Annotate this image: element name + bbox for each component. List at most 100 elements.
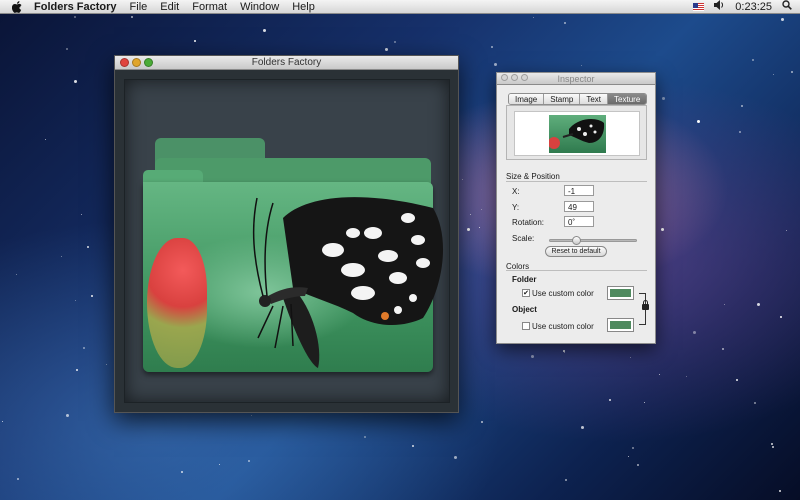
tab-text[interactable]: Text [580,94,609,104]
star [659,374,660,375]
star [628,456,629,457]
lock-icon[interactable] [642,300,649,310]
rotation-field[interactable]: 0˚ [564,216,594,227]
volume-icon[interactable] [714,0,725,13]
object-color-swatch [610,321,631,329]
star [564,352,565,353]
star [630,357,631,358]
star [470,214,471,215]
rotation-label: Rotation: [512,218,545,227]
butterfly-image [252,197,444,368]
star [722,348,724,350]
menu-edit[interactable]: Edit [160,1,179,13]
folder-custom-color-checkbox[interactable]: ✔ [522,289,530,297]
texture-preview[interactable] [514,111,640,156]
star [251,415,252,416]
star [83,347,85,349]
menu-window[interactable]: Window [240,1,279,13]
divider [506,270,647,271]
object-custom-color-checkbox[interactable] [522,322,530,330]
main-window: Folders Factory [114,55,459,413]
menu-help[interactable]: Help [292,1,315,13]
star [248,460,250,462]
star [661,228,664,231]
apple-icon[interactable] [10,0,24,13]
zoom-icon[interactable] [144,58,153,67]
texture-preview-box [506,105,647,160]
tab-texture[interactable]: Texture [608,94,647,104]
folder-color-well[interactable] [607,286,634,300]
star [693,331,696,334]
star [531,355,534,358]
star [491,46,493,48]
star [2,421,3,422]
star [564,22,566,24]
folder-preview-well[interactable] [124,79,450,403]
star [481,209,482,210]
star [74,80,77,83]
folder-color-swatch [610,289,631,297]
tab-stamp[interactable]: Stamp [544,94,581,104]
scale-slider[interactable] [549,236,637,245]
flag-icon[interactable] [693,2,705,11]
star [61,256,62,257]
star [106,364,107,365]
star [780,316,782,318]
star [45,139,46,140]
close-icon[interactable] [120,58,129,67]
star [91,295,93,297]
folder-icon-preview[interactable] [143,138,444,372]
star [81,214,82,215]
zoom-icon[interactable] [521,74,528,81]
main-window-title: Folders Factory [251,57,322,68]
star [772,446,774,448]
x-field[interactable]: -1 [564,185,594,196]
star [736,379,738,381]
tab-image[interactable]: Image [509,94,545,104]
scale-slider-knob[interactable] [572,236,582,245]
star [771,443,773,445]
x-label: X: [512,187,520,196]
star [181,471,183,473]
star [644,402,645,403]
menu-format[interactable]: Format [192,1,227,13]
star [662,97,665,100]
object-heading: Object [512,305,537,314]
star [481,421,483,423]
star [74,16,76,18]
scale-label: Scale: [512,234,535,243]
menu-file[interactable]: File [130,1,148,13]
star [87,246,89,248]
star [533,17,534,18]
divider [506,181,647,182]
star [66,414,69,417]
main-window-titlebar[interactable]: Folders Factory [115,56,458,70]
y-label: Y: [512,203,520,212]
star [412,445,414,447]
star [781,18,784,21]
star [741,105,743,107]
reset-to-default-button[interactable]: Reset to default [545,246,607,257]
star [773,74,774,75]
star [739,131,741,133]
minimize-icon[interactable] [511,74,518,81]
star [454,456,457,459]
star [565,479,567,481]
inspector-tabs: Image Stamp Text Texture [508,93,648,105]
star [194,40,196,42]
star [467,228,470,231]
y-field[interactable]: 49 [564,201,594,212]
inspector-titlebar[interactable]: Inspector [497,73,655,85]
star [385,48,388,51]
close-icon[interactable] [501,74,508,81]
object-color-well[interactable] [607,318,634,332]
menu-app-name[interactable]: Folders Factory [34,1,117,13]
star [754,402,756,404]
star [581,426,584,429]
minimize-icon[interactable] [132,58,141,67]
star [75,300,76,301]
search-icon[interactable] [782,0,792,13]
star [697,120,700,123]
menubar-clock[interactable]: 0:23:25 [735,1,772,13]
star [786,230,787,231]
